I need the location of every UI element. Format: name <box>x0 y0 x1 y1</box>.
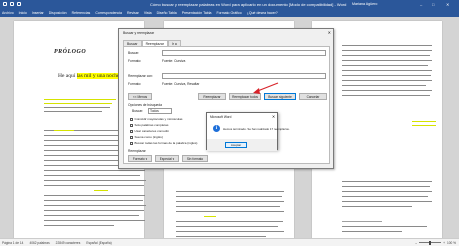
message-box-title: Microsoft Word <box>210 115 232 119</box>
zoom-out-icon[interactable]: – <box>415 241 417 245</box>
zoom-in-icon[interactable]: + <box>443 241 445 245</box>
zoom-slider-thumb[interactable] <box>429 240 431 245</box>
arrow-head <box>253 88 260 94</box>
message-box: Microsoft Word ✕ i Hemos terminado. Se h… <box>206 112 290 151</box>
message-text: Hemos terminado. Se han realizado 17 ree… <box>223 127 290 131</box>
ok-button[interactable]: Aceptar <box>225 142 247 148</box>
language-indicator[interactable]: Español (España) <box>86 241 111 245</box>
char-count: 22849 caracteres <box>55 240 81 245</box>
close-icon[interactable]: ✕ <box>272 114 275 119</box>
word-count[interactable]: 4062 palabras <box>29 241 49 245</box>
page-indicator[interactable]: Página 1 de 14 <box>2 241 23 245</box>
zoom-control: – + 100 % <box>415 240 459 245</box>
zoom-level[interactable]: 100 % <box>447 241 456 245</box>
status-bar: Página 1 de 14 4062 palabras 22849 carac… <box>0 238 459 246</box>
zoom-slider[interactable] <box>419 240 442 245</box>
info-icon: i <box>213 125 220 132</box>
